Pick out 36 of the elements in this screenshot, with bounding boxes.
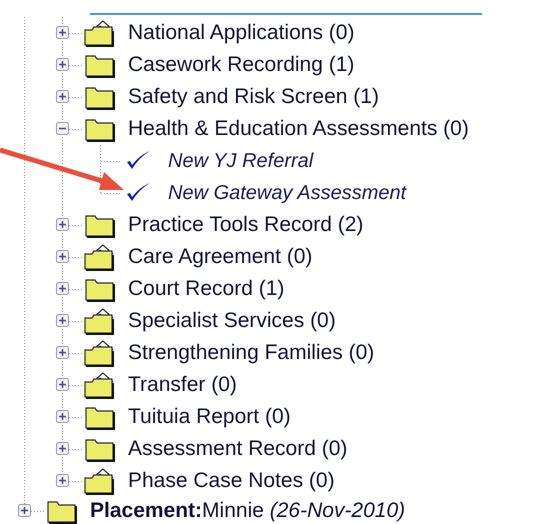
expand-icon[interactable] — [56, 58, 69, 71]
expand-icon[interactable] — [56, 218, 69, 231]
expand-icon[interactable] — [56, 90, 69, 103]
expand-icon[interactable] — [18, 504, 31, 516]
tree-item[interactable]: Transfer (0) — [128, 373, 237, 397]
open-folder-icon — [83, 371, 117, 399]
tree-item[interactable]: Tuituia Report (0) — [128, 405, 291, 429]
tree-item[interactable]: Placement:Minnie (26-Nov-2010) — [90, 498, 406, 522]
tree-item[interactable]: New Gateway Assessment — [168, 182, 406, 204]
expand-icon[interactable] — [56, 250, 69, 263]
tree-item[interactable]: Assessment Record (0) — [128, 437, 348, 461]
tree-item[interactable]: Health & Education Assessments (0) — [128, 117, 469, 141]
tree-item[interactable]: Strengthening Families (0) — [128, 341, 374, 365]
expand-icon[interactable] — [56, 282, 69, 295]
expand-icon[interactable] — [56, 378, 69, 391]
open-folder-icon — [83, 307, 117, 335]
expand-icon[interactable] — [56, 474, 69, 487]
expand-icon[interactable] — [56, 26, 69, 39]
expand-icon[interactable] — [56, 314, 69, 327]
expand-icon[interactable] — [56, 410, 69, 423]
open-folder-icon — [83, 19, 117, 47]
expand-icon[interactable] — [56, 442, 69, 455]
tree-item[interactable]: Casework Recording (1) — [128, 53, 354, 77]
tree-item[interactable]: New YJ Referral — [168, 150, 314, 172]
tree-item[interactable]: Care Agreement (0) — [128, 245, 312, 269]
tree-item[interactable]: Specialist Services (0) — [128, 309, 336, 333]
tree-item[interactable]: National Applications (0) — [128, 21, 354, 45]
tree-item[interactable]: Court Record (1) — [128, 277, 284, 301]
tree-item[interactable]: Phase Case Notes (0) — [128, 469, 335, 493]
expand-icon[interactable] — [56, 346, 69, 359]
open-folder-icon — [83, 467, 117, 495]
tree-item[interactable]: Practice Tools Record (2) — [128, 213, 364, 237]
open-folder-icon — [83, 243, 117, 271]
collapse-icon[interactable] — [56, 122, 69, 135]
tree-item[interactable]: Safety and Risk Screen (1) — [128, 85, 379, 109]
open-folder-icon — [83, 339, 117, 367]
